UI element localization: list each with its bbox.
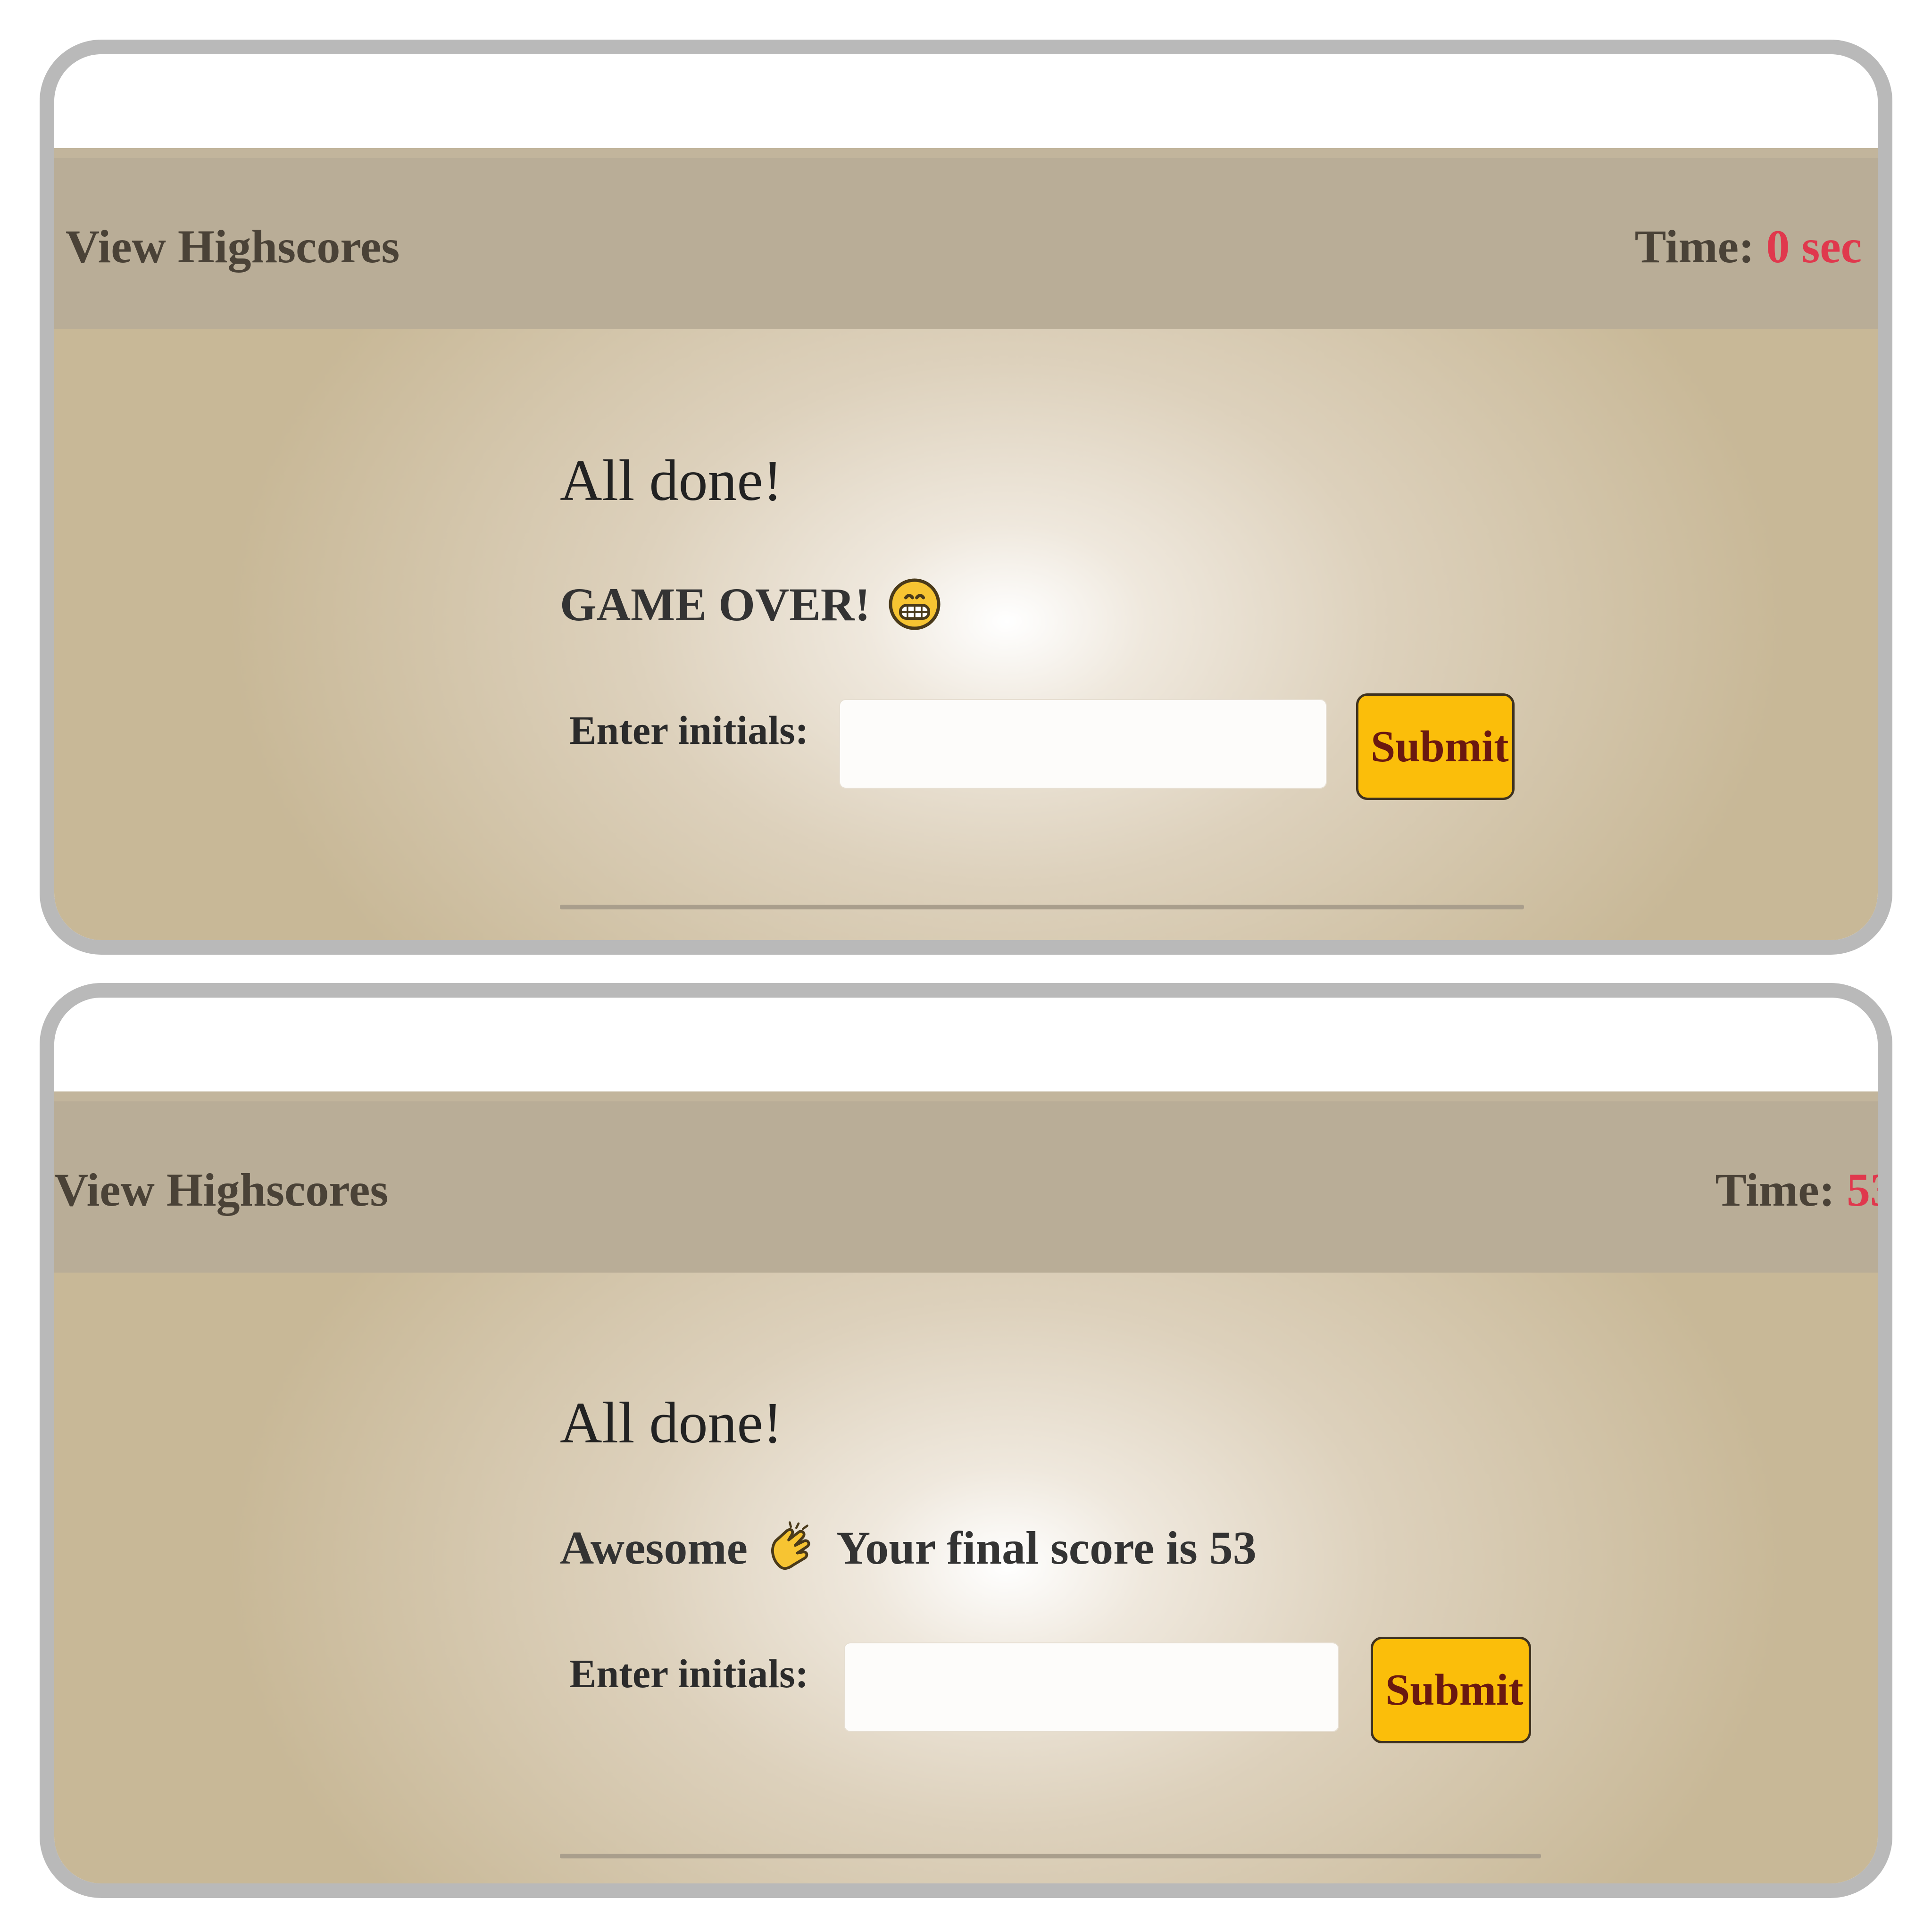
result-text: Awesome — [560, 1521, 748, 1574]
panel-final-score: View Highscores Time: 53 All done! Aweso… — [40, 983, 1892, 1898]
submit-button[interactable]: Submit — [1371, 1637, 1531, 1743]
page-title: All done! — [560, 448, 783, 513]
timer-value: 0 sec — [1766, 220, 1862, 273]
timer: Time: 53 — [1715, 1163, 1892, 1217]
initials-label: Enter initials: — [569, 1651, 809, 1696]
quiz-header: View Highscores Time: 53 — [54, 1091, 1878, 1273]
divider — [560, 905, 1524, 909]
initials-input[interactable] — [839, 699, 1327, 789]
screenshot-collage: View Highscores Time: 0 sec All done! GA… — [0, 0, 1932, 1932]
divider — [560, 1854, 1541, 1858]
panel-game-over: View Highscores Time: 0 sec All done! GA… — [40, 40, 1892, 955]
final-score-text: Your final score is 53 — [836, 1521, 1257, 1574]
timer: Time: 0 sec — [1635, 219, 1862, 274]
submit-button[interactable]: Submit — [1356, 693, 1515, 800]
timer-value: 53 — [1847, 1164, 1892, 1216]
quiz-content: All done! Awesome Your final score is 53… — [54, 1273, 1878, 1883]
initials-input[interactable] — [844, 1642, 1339, 1732]
browser-top-bar — [54, 998, 1878, 1091]
quiz-content: All done! GAME OVER! Enter initials: Sub… — [54, 329, 1878, 940]
timer-label: Time: — [1634, 220, 1755, 273]
view-highscores-link[interactable]: View Highscores — [54, 1163, 388, 1217]
result-text: GAME OVER! — [560, 578, 871, 631]
timer-label: Time: — [1715, 1164, 1835, 1216]
view-highscores-link[interactable]: View Highscores — [66, 219, 400, 274]
page-title: All done! — [560, 1391, 783, 1455]
quiz-header: View Highscores Time: 0 sec — [54, 148, 1878, 329]
grinning-face-icon — [889, 578, 941, 630]
initials-label: Enter initials: — [569, 708, 809, 753]
browser-top-bar — [54, 54, 1878, 148]
result-message: Awesome Your final score is 53 — [560, 1520, 1257, 1575]
result-message: GAME OVER! — [560, 577, 942, 632]
clapping-hands-icon — [771, 1521, 810, 1570]
